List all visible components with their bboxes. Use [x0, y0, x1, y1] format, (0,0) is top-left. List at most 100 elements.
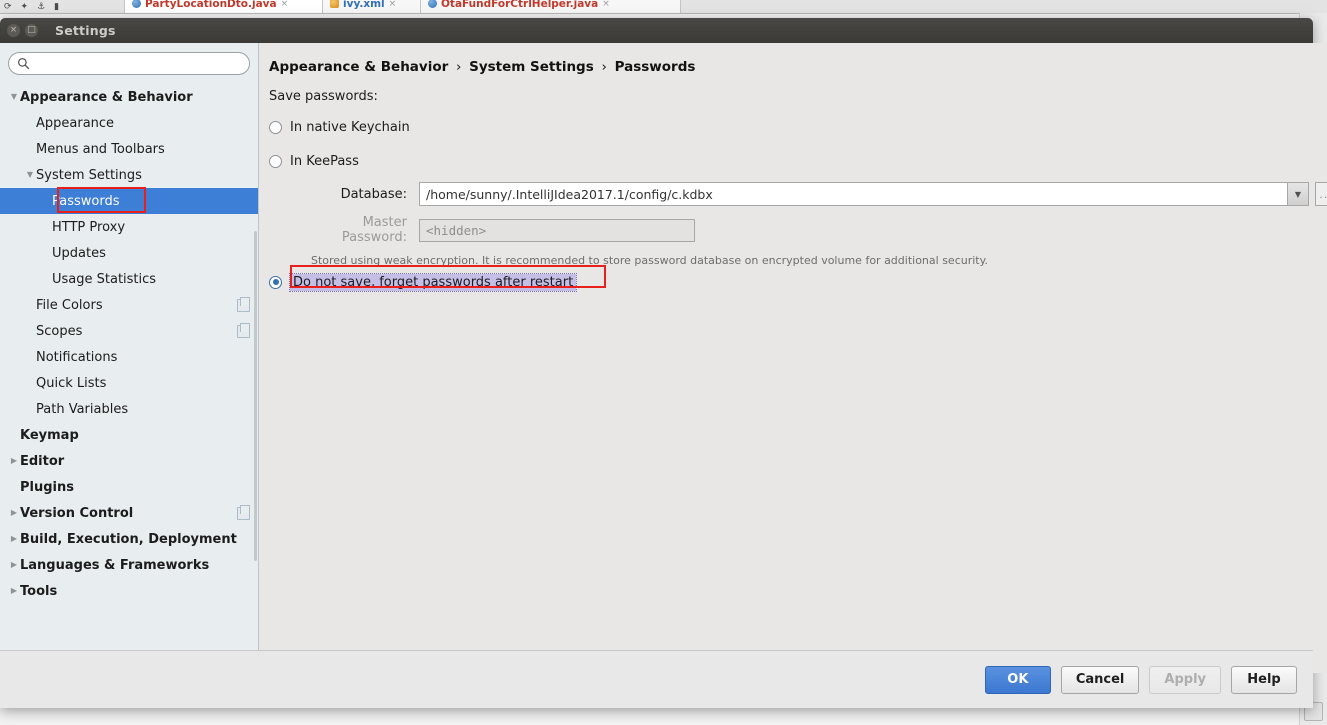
sidebar-item-label: Editor [20, 453, 65, 469]
chevron-right-icon[interactable]: ▶ [8, 587, 20, 595]
sidebar-item-plugins[interactable]: ▶Plugins [0, 474, 258, 500]
chevron-down-icon[interactable]: ▼ [8, 93, 20, 101]
breadcrumb-part-0[interactable]: Appearance & Behavior [269, 59, 448, 75]
chevron-down-icon[interactable]: ▼ [24, 171, 36, 179]
sidebar-item-notifications[interactable]: ▶Notifications [0, 344, 258, 370]
editor-tab-1[interactable]: ivy.xml × [322, 0, 430, 13]
tree-spacer-icon: ▶ [8, 483, 20, 491]
search-input[interactable] [33, 53, 243, 74]
sidebar-item-label: Appearance & Behavior [20, 89, 193, 105]
chevron-right-icon[interactable]: ▶ [8, 509, 20, 517]
search-box[interactable] [8, 52, 250, 75]
sidebar-item-appearance-behavior[interactable]: ▼ Appearance & Behavior [0, 84, 258, 110]
editor-tab-2[interactable]: OtaFundForCtrlHelper.java × [420, 0, 681, 13]
sidebar-item-label: Menus and Toolbars [36, 141, 165, 157]
chevron-right-icon[interactable]: ▶ [8, 561, 20, 569]
copy-settings-icon[interactable] [237, 322, 250, 338]
radio-option-do-not-save[interactable]: Do not save, forget passwords after rest… [269, 269, 1327, 295]
sidebar-item-tools[interactable]: ▶ Tools [0, 578, 258, 604]
sidebar-item-usage-statistics[interactable]: ▶Usage Statistics [0, 266, 258, 292]
radio-label-keepass: In KeePass [290, 153, 359, 169]
sidebar-item-editor[interactable]: ▶ Editor [0, 448, 258, 474]
tree-spacer-icon: ▶ [40, 197, 52, 205]
close-icon[interactable]: × [281, 0, 289, 9]
sidebar-item-label: Keymap [20, 427, 79, 443]
database-input[interactable] [420, 183, 1287, 205]
sidebar-item-label: Usage Statistics [52, 271, 157, 287]
editor-tab-bar: ⟳ ✦ ⚓ ▮ PartyLocationDto.java × ivy.xml … [0, 0, 1327, 14]
sidebar-item-label: Passwords [52, 193, 120, 209]
copy-settings-icon[interactable] [237, 296, 250, 312]
maximize-icon[interactable]: □ [25, 24, 38, 37]
sidebar-scrollbar-thumb[interactable] [254, 231, 257, 561]
sidebar-item-languages-frameworks[interactable]: ▶ Languages & Frameworks [0, 552, 258, 578]
java-class-icon [428, 0, 437, 8]
sidebar-item-label: Updates [52, 245, 106, 261]
toolwindow-icon-group: ⟳ ✦ ⚓ ▮ [4, 0, 59, 13]
breadcrumb-part-1[interactable]: System Settings [469, 59, 594, 75]
sidebar-scrollbar-track[interactable] [254, 81, 258, 673]
sidebar-item-build-execution-deployment[interactable]: ▶ Build, Execution, Deployment [0, 526, 258, 552]
star-icon: ✦ [20, 1, 29, 12]
tree-spacer-icon: ▶ [8, 431, 20, 439]
save-passwords-label: Save passwords: [269, 89, 378, 104]
database-combobox[interactable]: ▼ [419, 182, 1309, 206]
help-button[interactable]: Help [1231, 665, 1297, 694]
radio-label-do-not-save: Do not save, forget passwords after rest… [288, 272, 578, 292]
sidebar-item-http-proxy[interactable]: ▶HTTP Proxy [0, 214, 258, 240]
chevron-right-icon[interactable]: ▶ [8, 457, 20, 465]
editor-tab-0[interactable]: PartyLocationDto.java × [124, 0, 332, 13]
editor-tab-label: PartyLocationDto.java [145, 0, 277, 10]
tree-spacer-icon: ▶ [40, 223, 52, 231]
sidebar-item-label: Tools [20, 583, 58, 599]
sidebar-item-label: Languages & Frameworks [20, 557, 210, 573]
ok-button[interactable]: OK [984, 665, 1051, 694]
cancel-button[interactable]: Cancel [1060, 665, 1140, 694]
close-icon[interactable]: × [602, 0, 610, 9]
sidebar-item-passwords[interactable]: ▶Passwords [0, 188, 258, 214]
master-password-label: Master Password: [341, 215, 407, 245]
radio-button-keepass[interactable] [269, 154, 282, 168]
xml-file-icon [330, 0, 339, 8]
browse-button[interactable]: ... [1315, 182, 1327, 206]
tree-spacer-icon: ▶ [24, 327, 36, 335]
sidebar-item-label: Scopes [36, 323, 83, 339]
sidebar-item-label: Version Control [20, 505, 134, 521]
radio-option-native-keychain[interactable]: In native Keychain [269, 114, 1327, 140]
breadcrumb-separator: › [455, 59, 462, 75]
pin-icon: ⚓ [37, 1, 46, 12]
sidebar-item-keymap[interactable]: ▶Keymap [0, 422, 258, 448]
radio-label-native-keychain: In native Keychain [290, 119, 410, 135]
sidebar-item-label: Notifications [36, 349, 118, 365]
editor-tab-label: OtaFundForCtrlHelper.java [441, 0, 599, 10]
sidebar-item-quick-lists[interactable]: ▶Quick Lists [0, 370, 258, 396]
sidebar-item-appearance[interactable]: ▶Appearance [0, 110, 258, 136]
sidebar-item-label: File Colors [36, 297, 103, 313]
chevron-down-icon[interactable]: ▼ [1287, 183, 1308, 205]
sidebar-item-updates[interactable]: ▶Updates [0, 240, 258, 266]
sidebar-item-label: Appearance [36, 115, 115, 131]
sidebar-item-menus-and-toolbars[interactable]: ▶Menus and Toolbars [0, 136, 258, 162]
database-label: Database: [340, 186, 407, 202]
breadcrumb-part-2: Passwords [614, 59, 696, 75]
tree-spacer-icon: ▶ [24, 353, 36, 361]
sidebar-item-path-variables[interactable]: ▶Path Variables [0, 396, 258, 422]
sidebar-item-version-control[interactable]: ▶ Version Control [0, 500, 258, 526]
apply-button: Apply [1149, 665, 1221, 694]
sidebar-item-scopes[interactable]: ▶Scopes [0, 318, 258, 344]
tree-spacer-icon: ▶ [24, 405, 36, 413]
copy-settings-icon[interactable] [237, 504, 250, 520]
chevron-right-icon[interactable]: ▶ [8, 535, 20, 543]
tree-spacer-icon: ▶ [40, 249, 52, 257]
radio-button-do-not-save[interactable] [269, 275, 282, 289]
master-password-input[interactable]: <hidden> [419, 218, 695, 242]
close-icon[interactable]: × [7, 24, 20, 37]
encryption-hint-text: Stored using weak encryption. It is reco… [311, 254, 989, 267]
radio-button-native-keychain[interactable] [269, 120, 282, 134]
sidebar-item-system-settings[interactable]: ▼ System Settings [0, 162, 258, 188]
editor-tab-label: ivy.xml [343, 0, 385, 10]
radio-option-keepass[interactable]: In KeePass [269, 148, 1327, 174]
sidebar-item-file-colors[interactable]: ▶File Colors [0, 292, 258, 318]
search-icon [18, 58, 30, 70]
close-icon[interactable]: × [389, 0, 397, 9]
